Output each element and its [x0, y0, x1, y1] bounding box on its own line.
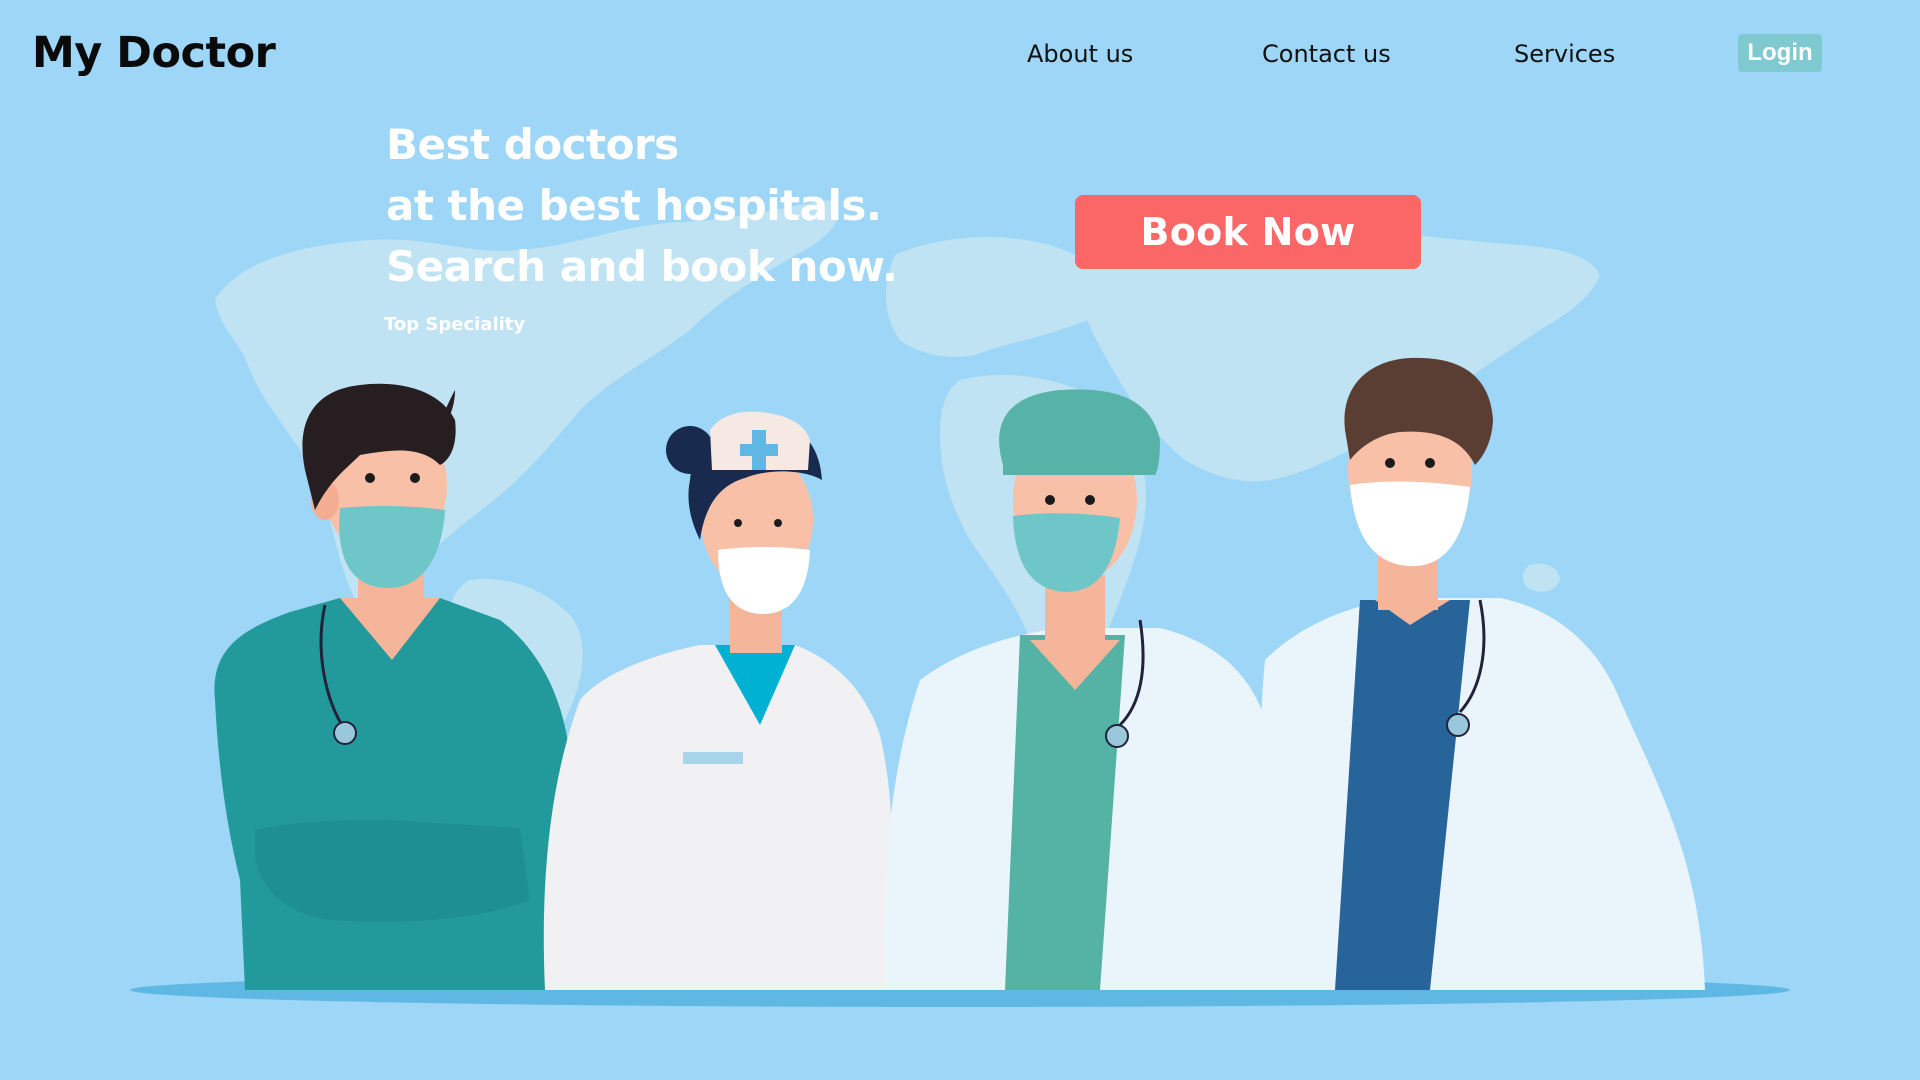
top-header: My Doctor About us Contact us Services L…	[0, 0, 1920, 110]
hero-line-3: Search and book now.	[386, 242, 898, 291]
book-now-button[interactable]: Book Now	[1075, 195, 1421, 269]
brand-logo[interactable]: My Doctor	[32, 28, 276, 78]
hero-line-2: at the best hospitals.	[386, 181, 882, 230]
hero-line-1: Best doctors	[386, 120, 679, 169]
top-speciality-link[interactable]: Top Speciality	[384, 314, 525, 335]
login-button[interactable]: Login	[1738, 34, 1822, 72]
hero-illustration	[130, 200, 1790, 1007]
surgeon-figure	[883, 389, 1275, 990]
nurse-figure	[543, 411, 892, 990]
hero-headline: Best doctors at the best hospitals. Sear…	[386, 114, 898, 297]
nav-contact-us[interactable]: Contact us	[1262, 40, 1391, 68]
nav-services[interactable]: Services	[1514, 40, 1615, 68]
nav-about-us[interactable]: About us	[1027, 40, 1133, 68]
